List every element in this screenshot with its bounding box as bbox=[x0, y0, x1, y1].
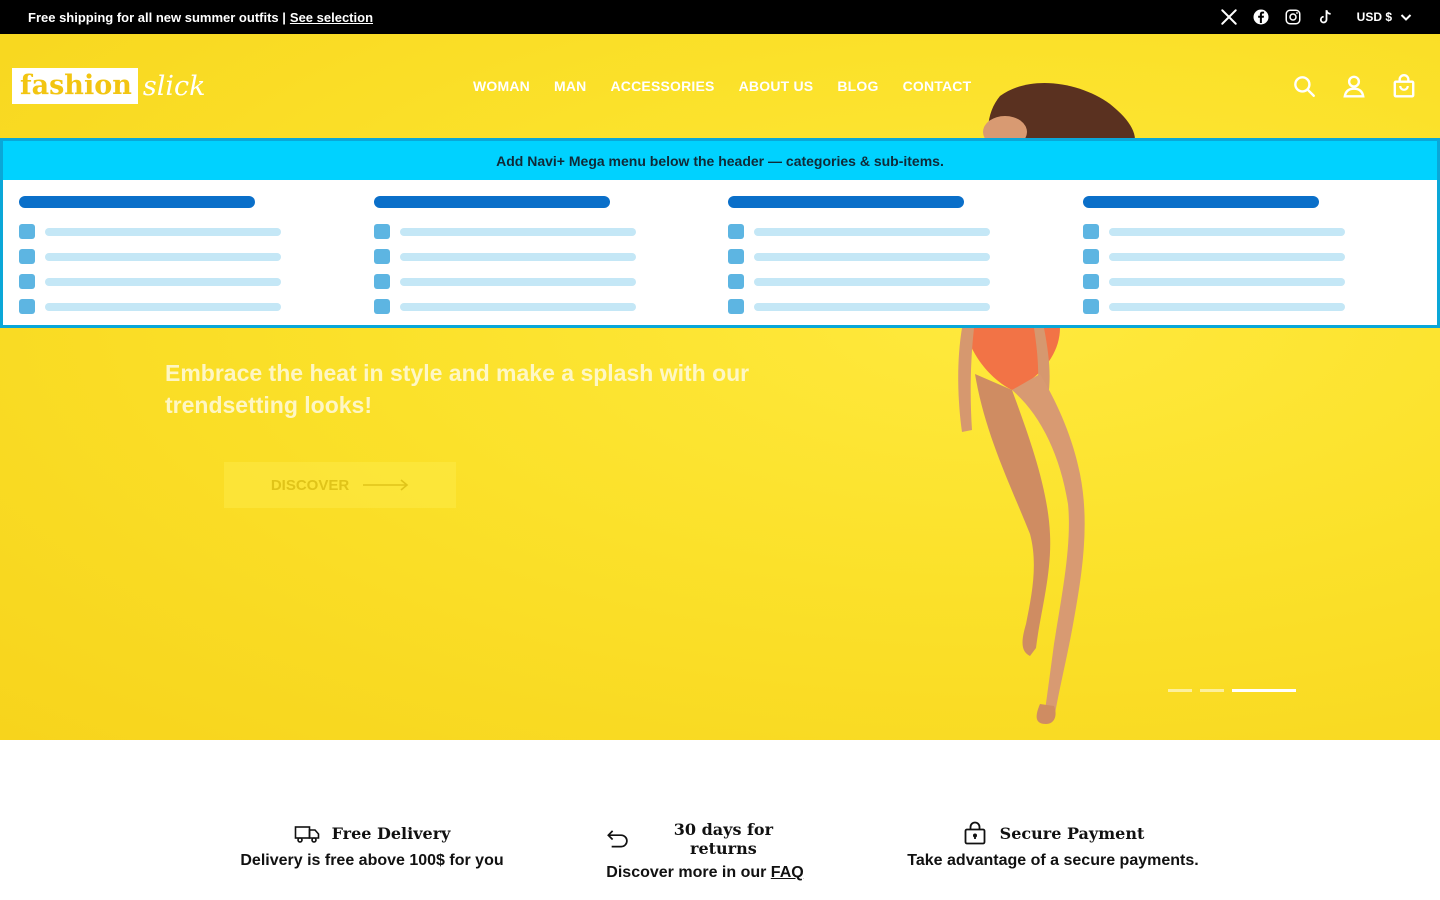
feature-free-delivery: Free Delivery Delivery is free above 100… bbox=[237, 820, 507, 870]
nav-about-us[interactable]: ABOUT US bbox=[739, 78, 814, 94]
search-icon[interactable] bbox=[1290, 72, 1318, 100]
announcement-text: Free shipping for all new summer outfits… bbox=[28, 9, 286, 25]
feature-desc: Discover more in our FAQ bbox=[605, 864, 805, 882]
feature-returns: 30 days for returns Discover more in our… bbox=[605, 820, 805, 882]
mega-menu-heading-placeholder bbox=[1082, 196, 1319, 208]
nav-blog[interactable]: BLOG bbox=[837, 78, 878, 94]
mega-menu-item-placeholder bbox=[19, 269, 374, 294]
logo-wordmark-script: slick bbox=[142, 70, 206, 102]
mega-menu-notice: Add Navi+ Mega menu below the header — c… bbox=[3, 141, 1437, 180]
mega-menu-item-placeholder bbox=[1082, 244, 1438, 269]
slide-dot-active[interactable] bbox=[1232, 689, 1296, 692]
discover-button[interactable]: DISCOVER bbox=[224, 462, 456, 508]
mega-menu-item-placeholder bbox=[19, 219, 374, 244]
mega-menu-item-placeholder bbox=[19, 244, 374, 269]
truck-icon bbox=[294, 826, 319, 843]
mega-menu-item-placeholder bbox=[373, 294, 729, 319]
tiktok-icon[interactable] bbox=[1315, 7, 1335, 27]
x-icon[interactable] bbox=[1219, 7, 1239, 27]
return-icon bbox=[607, 830, 628, 848]
chevron-down-icon bbox=[1400, 14, 1412, 21]
feature-title-text: Free Delivery bbox=[331, 823, 451, 843]
mega-menu-item-placeholder bbox=[19, 294, 374, 319]
account-icon[interactable] bbox=[1340, 72, 1368, 100]
site-header: fashion slick WOMAN MAN ACCESSORIES ABOU… bbox=[0, 34, 1440, 138]
header-actions bbox=[1268, 34, 1418, 138]
faq-link[interactable]: FAQ bbox=[771, 864, 804, 881]
nav-man[interactable]: MAN bbox=[554, 78, 586, 94]
arrow-right-icon bbox=[363, 479, 409, 491]
nav-contact[interactable]: CONTACT bbox=[903, 78, 972, 94]
mega-menu-column bbox=[1082, 196, 1438, 319]
feature-desc: Take advantage of a secure payments. bbox=[907, 852, 1199, 869]
see-selection-link[interactable]: See selection bbox=[290, 10, 373, 25]
feature-title-text: 30 days for returns bbox=[673, 820, 773, 858]
mega-menu-item-placeholder bbox=[728, 269, 1083, 294]
mega-menu-item-placeholder bbox=[728, 219, 1083, 244]
mega-menu-item-placeholder bbox=[1082, 294, 1438, 319]
feature-title: Secure Payment bbox=[903, 820, 1203, 846]
mega-menu-item-placeholder bbox=[728, 294, 1083, 319]
currency-label: USD $ bbox=[1356, 10, 1392, 24]
nav-woman[interactable]: WOMAN bbox=[473, 78, 530, 94]
topbar-right: USD $ bbox=[1207, 7, 1412, 27]
mega-menu-heading-placeholder bbox=[19, 196, 255, 208]
mega-menu-columns bbox=[3, 180, 1437, 319]
mega-menu-item-placeholder bbox=[373, 244, 729, 269]
main-nav: WOMAN MAN ACCESSORIES ABOUT US BLOG CONT… bbox=[473, 34, 995, 138]
mega-menu-item-placeholder bbox=[1082, 219, 1438, 244]
feature-desc: Delivery is free above 100$ for you bbox=[240, 852, 504, 869]
features-section: Free Delivery Delivery is free above 100… bbox=[0, 740, 1440, 900]
instagram-icon[interactable] bbox=[1283, 7, 1303, 27]
slide-dot[interactable] bbox=[1168, 689, 1192, 692]
lock-icon bbox=[964, 821, 986, 845]
feature-secure-payment: Secure Payment Take advantage of a secur… bbox=[903, 820, 1203, 870]
cart-icon[interactable] bbox=[1390, 72, 1418, 100]
feature-title: 30 days for returns bbox=[605, 820, 805, 858]
nav-accessories[interactable]: ACCESSORIES bbox=[610, 78, 714, 94]
mega-menu-column bbox=[19, 196, 374, 319]
hero-tagline: Embrace the heat in style and make a spl… bbox=[165, 360, 750, 418]
mega-menu-item-placeholder bbox=[373, 219, 729, 244]
mega-menu-placeholder: Add Navi+ Mega menu below the header — c… bbox=[0, 138, 1440, 328]
feature-desc-text: Discover more in our bbox=[606, 864, 771, 881]
mega-menu-heading-placeholder bbox=[373, 196, 610, 208]
mega-menu-column bbox=[728, 196, 1083, 319]
facebook-icon[interactable] bbox=[1251, 7, 1271, 27]
mega-menu-item-placeholder bbox=[1082, 269, 1438, 294]
logo-wordmark-box: fashion bbox=[12, 68, 138, 104]
mega-menu-item-placeholder bbox=[728, 244, 1083, 269]
slider-pagination bbox=[1168, 689, 1304, 692]
mega-menu-heading-placeholder bbox=[728, 196, 964, 208]
slide-dot[interactable] bbox=[1200, 689, 1224, 692]
feature-title: Free Delivery bbox=[237, 820, 507, 846]
feature-title-text: Secure Payment bbox=[999, 823, 1145, 843]
mega-menu-column bbox=[373, 196, 729, 319]
discover-button-label: DISCOVER bbox=[270, 476, 350, 494]
brand-logo[interactable]: fashion slick bbox=[12, 68, 205, 104]
currency-selector[interactable]: USD $ bbox=[1357, 10, 1412, 24]
announcement-bar: Free shipping for all new summer outfits… bbox=[0, 0, 1440, 34]
mega-menu-item-placeholder bbox=[373, 269, 729, 294]
